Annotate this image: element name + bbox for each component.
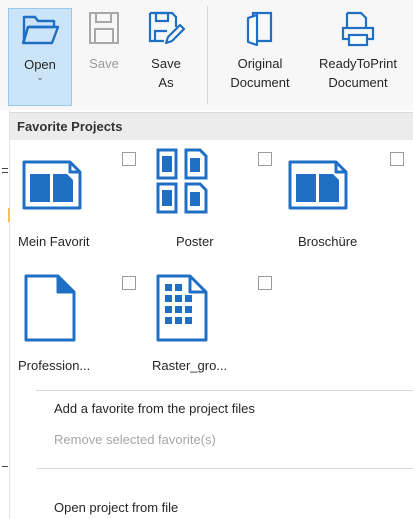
save-as-button[interactable]: Save As bbox=[136, 8, 196, 106]
save-as-label: Save As bbox=[151, 56, 181, 90]
floppy-disk-icon bbox=[84, 10, 124, 54]
readytoprint-document-label: ReadyToPrint Document bbox=[318, 56, 398, 90]
favorites-header: Favorite Projects bbox=[10, 112, 413, 140]
readytoprint-document-button[interactable]: ReadyToPrint Document bbox=[308, 8, 408, 106]
edge-mark bbox=[2, 466, 8, 467]
favorite-checkbox[interactable] bbox=[122, 276, 136, 290]
remove-favorite-menu-item: Remove selected favorite(s) bbox=[54, 432, 216, 447]
favorite-tile-profession[interactable]: Profession... bbox=[18, 272, 138, 394]
favorite-label: Mein Favorit bbox=[18, 234, 90, 249]
favorite-label: Poster bbox=[176, 234, 214, 249]
edge-mark bbox=[2, 168, 8, 169]
folder-open-icon bbox=[20, 11, 60, 55]
two-page-layout-icon bbox=[282, 148, 392, 218]
original-document-label: Original Document bbox=[230, 56, 290, 90]
original-document-icon bbox=[240, 10, 280, 54]
menu-divider bbox=[36, 390, 413, 391]
chevron-down-icon[interactable]: ⌄ bbox=[36, 72, 44, 82]
favorite-tile-mein-favorit[interactable]: Mein Favorit bbox=[18, 148, 138, 270]
favorite-label: Profession... bbox=[18, 358, 91, 373]
favorite-tile-raster[interactable]: Raster_gro... bbox=[150, 272, 272, 394]
favorite-checkbox[interactable] bbox=[122, 152, 136, 166]
open-dropdown-panel: Favorite Projects Mein Favorit Poster Br… bbox=[10, 112, 413, 519]
background-window-edge bbox=[0, 110, 10, 519]
edge-mark bbox=[2, 172, 8, 173]
ribbon-separator bbox=[207, 6, 208, 104]
save-as-icon bbox=[146, 10, 186, 54]
two-page-layout-icon bbox=[18, 148, 128, 218]
grid-page-icon bbox=[150, 272, 260, 342]
favorite-label: Raster_gro... bbox=[152, 358, 228, 373]
favorite-tile-broschuere[interactable]: Broschüre bbox=[282, 148, 404, 270]
original-document-button[interactable]: Original Document bbox=[216, 8, 304, 106]
favorites-header-label: Favorite Projects bbox=[17, 119, 123, 134]
favorite-checkbox[interactable] bbox=[258, 152, 272, 166]
favorite-label: Broschüre bbox=[298, 234, 358, 249]
favorite-checkbox[interactable] bbox=[390, 152, 404, 166]
four-sheet-layout-icon bbox=[150, 148, 260, 218]
favorite-tile-poster[interactable]: Poster bbox=[150, 148, 272, 270]
open-button[interactable]: Open ⌄ bbox=[8, 8, 72, 106]
printer-document-icon bbox=[338, 10, 378, 54]
save-label: Save bbox=[89, 56, 119, 71]
add-favorite-menu-item[interactable]: Add a favorite from the project files bbox=[54, 401, 255, 416]
open-from-file-menu-item[interactable]: Open project from file bbox=[54, 500, 178, 515]
favorite-checkbox[interactable] bbox=[258, 276, 272, 290]
menu-divider bbox=[36, 468, 413, 469]
ribbon-toolbar: Open ⌄ Save Save As Original Document Re… bbox=[0, 0, 413, 110]
save-button[interactable]: Save bbox=[76, 8, 132, 106]
blank-page-icon bbox=[18, 272, 128, 342]
